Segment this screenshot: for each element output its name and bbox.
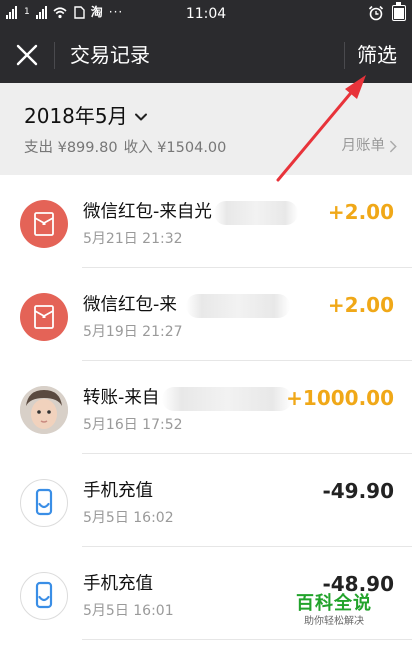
transaction-time: 5月5日 16:01 (83, 603, 174, 619)
transaction-title: 微信红包-来 (83, 295, 177, 315)
transaction-time: 5月21日 21:32 (83, 231, 183, 247)
blurred-sender (214, 201, 298, 225)
month-summary: 2018年5月 支出 ¥899.80 收入 ¥1504.00 月账单 (0, 83, 412, 175)
transaction-amount: -49.90 (322, 479, 394, 503)
status-right (368, 2, 406, 21)
status-bar: 1 淘 ··· 11:04 (0, 0, 412, 28)
transaction-amount: +2.00 (327, 200, 394, 224)
chevron-right-icon (390, 140, 397, 152)
watermark-subtitle: 助你轻松解决 (304, 616, 364, 627)
battery-icon (392, 2, 406, 21)
phone-recharge-icon (20, 479, 68, 527)
status-time: 11:04 (185, 6, 227, 22)
nav-divider (54, 42, 55, 69)
close-icon[interactable] (12, 40, 42, 70)
month-totals: 支出 ¥899.80 收入 ¥1504.00 (24, 138, 232, 158)
nav-bar: 交易记录 筛选 (0, 28, 412, 83)
transaction-amount: +1000.00 (286, 386, 394, 410)
page-title: 交易记录 (70, 43, 150, 67)
income-total: 收入 ¥1504.00 (123, 140, 227, 156)
transaction-time: 5月5日 16:02 (83, 510, 174, 526)
blurred-sender (162, 387, 292, 411)
red-packet-icon (20, 200, 68, 248)
expense-total: 支出 ¥899.80 (24, 140, 118, 156)
transaction-row[interactable]: 微信红包-来自光 5月21日 21:32 +2.00 (0, 175, 412, 268)
month-label: 2018年5月 (24, 104, 128, 128)
transaction-list: 微信红包-来自光 5月21日 21:32 +2.00 微信红包-来 5月19日 … (0, 175, 412, 640)
avatar-photo (20, 386, 68, 434)
phone-recharge-icon (20, 572, 68, 620)
transaction-amount: +2.00 (327, 293, 394, 317)
transaction-title: 手机充值 (83, 574, 153, 594)
monthly-bill-label: 月账单 (341, 138, 386, 154)
monthly-bill-link[interactable]: 月账单 (342, 136, 399, 156)
transaction-title: 微信红包-来自光 (83, 202, 212, 222)
chevron-down-icon (134, 113, 147, 121)
filter-button[interactable]: 筛选 (357, 42, 397, 69)
nav-divider-right (344, 42, 345, 69)
transaction-title: 手机充值 (83, 481, 153, 501)
watermark-logo: 百科全说 助你轻松解决 (296, 593, 376, 629)
month-selector[interactable]: 2018年5月 (24, 103, 148, 129)
transaction-title: 转账-来自 (83, 388, 160, 408)
transaction-row[interactable]: 手机充值 5月5日 16:02 -49.90 (0, 454, 412, 547)
transaction-row[interactable]: 微信红包-来 5月19日 21:27 +2.00 (0, 268, 412, 361)
transaction-time: 5月16日 17:52 (83, 417, 183, 433)
transaction-row[interactable]: 转账-来自 5月16日 17:52 +1000.00 (0, 361, 412, 454)
blurred-sender (186, 294, 290, 318)
red-packet-icon (20, 293, 68, 341)
alarm-clock-icon (368, 5, 384, 21)
watermark-title: 百科全说 (296, 593, 372, 614)
transaction-time: 5月19日 21:27 (83, 324, 183, 340)
